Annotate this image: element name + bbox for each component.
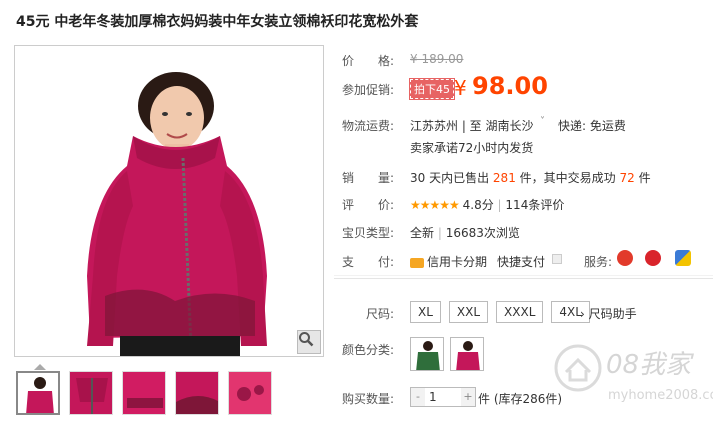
color-option-rose[interactable] [450, 337, 484, 371]
sales-label: 销 量: [342, 171, 395, 185]
color-options [410, 337, 484, 371]
rating-label: 评 价: [342, 198, 395, 212]
color-option-green[interactable] [410, 337, 444, 371]
sales-prefix: 30 天内已售出 [410, 171, 490, 185]
divider-line [334, 278, 713, 279]
quantity-input[interactable]: 1 [425, 388, 461, 406]
size-label: 尺码: [366, 307, 395, 321]
thumbnail-2[interactable] [69, 371, 113, 415]
quick-pay[interactable]: 快捷支付 [497, 253, 545, 270]
route-dropdown-icon[interactable]: ˅ [540, 116, 545, 127]
promo-badge: 拍下45 [409, 78, 455, 100]
watermark-brand: 08我家 [606, 350, 692, 380]
rating-score: 4.8分 [462, 198, 494, 212]
size-options: XL XXL XXXL 4XL [410, 301, 590, 323]
model-jacket-photo [15, 46, 323, 356]
thumbnail-strip [16, 371, 272, 415]
success-count: 72 [619, 171, 635, 185]
item-type-label: 宝贝类型: [342, 226, 395, 240]
thumbnail-4[interactable] [175, 371, 219, 415]
decrease-button[interactable]: - [411, 388, 425, 406]
payment-label: 支 付: [342, 255, 395, 269]
watermark-url: myhome2008.com [608, 388, 713, 403]
credit-installment-label: 信用卡分期 [427, 255, 488, 269]
sold-count: 281 [492, 171, 516, 185]
divider: | [497, 198, 502, 212]
star-rating-icon: ★★★★★ [410, 198, 460, 212]
stock-info: 件 (库存286件) [478, 392, 563, 406]
condition: 全新 [410, 226, 435, 240]
sales-info: 30 天内已售出 281 件，其中交易成功 72 件 [410, 169, 651, 186]
shipping-fee: 快递: 免运费 [558, 119, 626, 133]
color-label: 颜色分类: [342, 343, 395, 357]
service-label: 服务: [584, 255, 613, 269]
promo-label: 参加促销: [342, 83, 395, 97]
thumbnail-1[interactable] [16, 371, 60, 415]
magnifier-icon [299, 332, 314, 347]
shipping-label: 物流运费: [342, 119, 395, 133]
watermark-logo: 08我家 myhome2008.com [552, 338, 713, 418]
thumbnail-5[interactable] [228, 371, 272, 415]
shipping-route[interactable]: 江苏苏州 | 至 湖南长沙 [410, 117, 534, 134]
size-helper-link[interactable]: › 尺码助手 [580, 305, 637, 322]
promo-price: 98.00 [472, 72, 548, 100]
divider-line [334, 275, 713, 276]
guarantee-icon[interactable] [645, 250, 661, 266]
zoom-button[interactable] [297, 330, 321, 354]
divider: | [437, 226, 442, 240]
product-title: 45元 中老年冬装加厚棉衣妈妈装中年女装立领棉袄印花宽松外套 [16, 14, 419, 30]
quantity-label: 购买数量: [342, 392, 395, 406]
credit-installment[interactable]: 信用卡分期 [410, 253, 487, 270]
credit-card-icon [410, 257, 424, 268]
size-option-xxl[interactable]: XXL [448, 301, 489, 323]
quantity-stepper: - 1 + [410, 387, 476, 407]
shipping-promise: 卖家承诺72小时内发货 [410, 141, 534, 155]
verified-icon[interactable] [675, 250, 691, 266]
view-count: 16683次浏览 [445, 226, 520, 240]
sales-suffix: 件 [638, 171, 651, 185]
price-label: 价 格: [342, 54, 395, 68]
payment-dropdown-icon[interactable] [552, 254, 562, 264]
size-option-xxxl[interactable]: XXXL [496, 301, 544, 323]
seven-day-return-icon[interactable] [617, 250, 633, 266]
main-product-image[interactable] [14, 45, 324, 357]
sales-mid: 件，其中交易成功 [519, 171, 616, 185]
item-type-info: 全新 | 16683次浏览 [410, 224, 520, 241]
review-count-link[interactable]: 114条评价 [505, 198, 564, 212]
promo-currency: ¥ [454, 76, 467, 100]
original-price: ¥ 189.00 [410, 52, 464, 66]
size-option-xl[interactable]: XL [410, 301, 441, 323]
thumbnail-3[interactable] [122, 371, 166, 415]
thumb-pointer-icon [34, 364, 46, 370]
increase-button[interactable]: + [461, 388, 475, 406]
rating-info: ★★★★★ 4.8分 | 114条评价 [410, 196, 564, 213]
